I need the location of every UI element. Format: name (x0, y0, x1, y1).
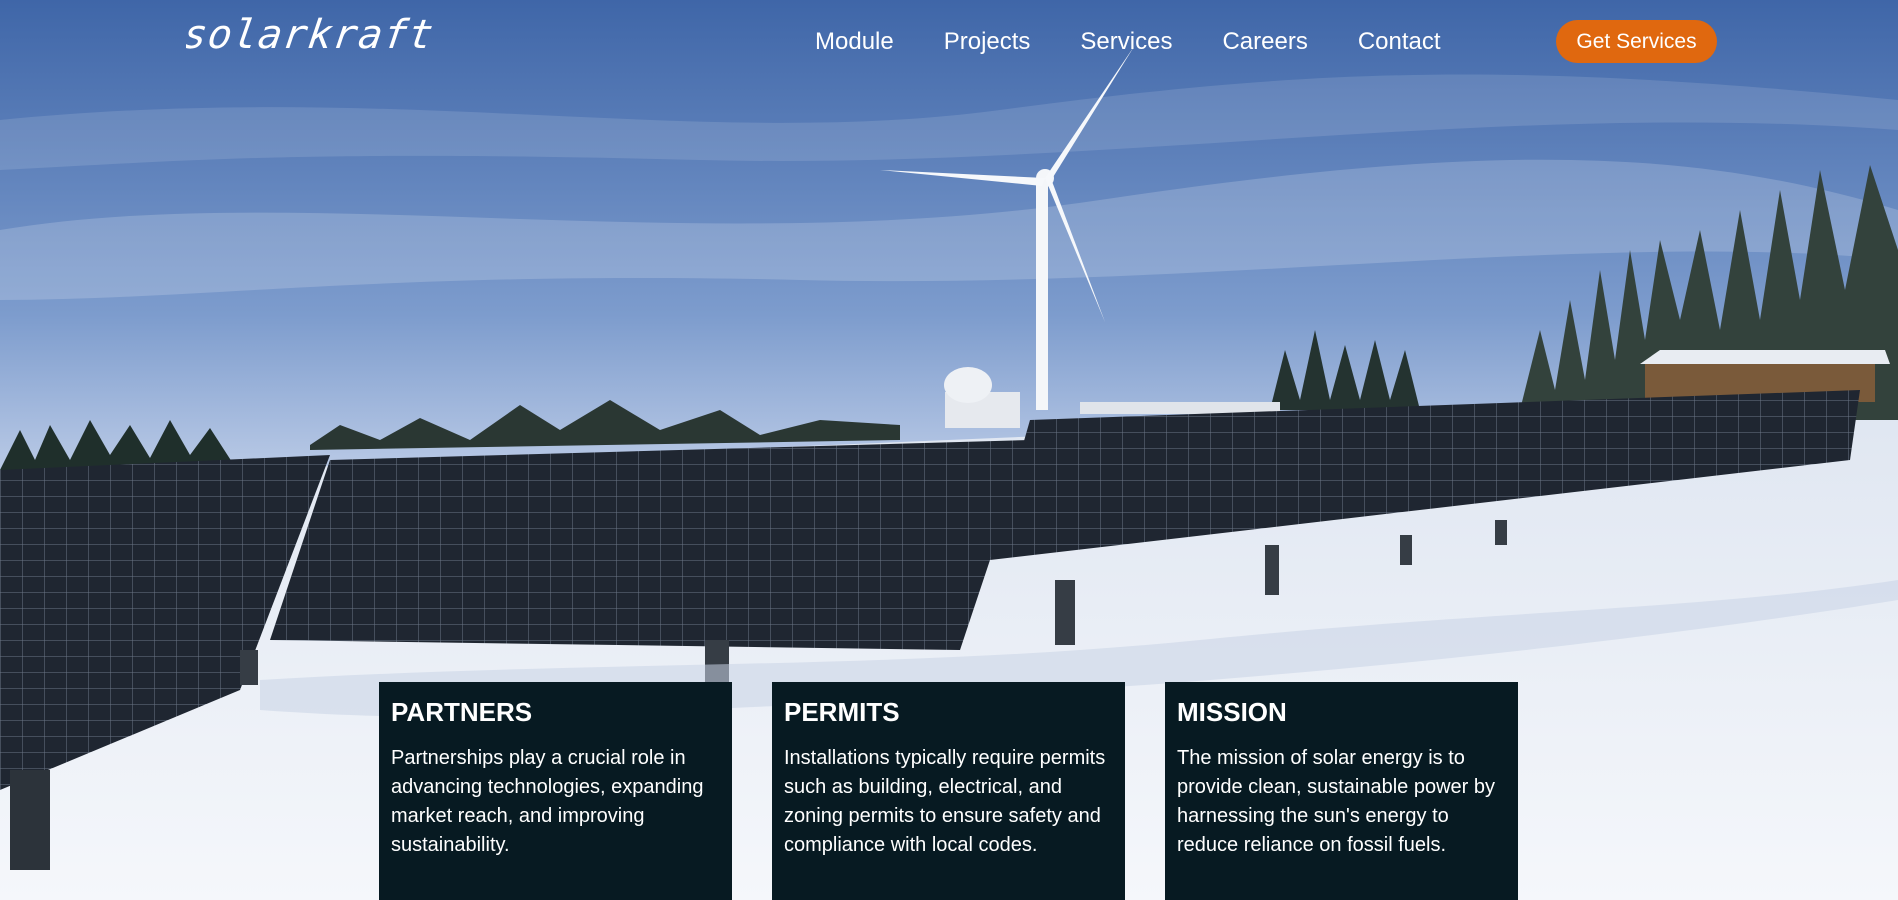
card-text: Installations typically require permits … (784, 747, 1106, 856)
card-title: PERMITS (784, 697, 900, 727)
card-title: PARTNERS (391, 697, 533, 727)
card-title: MISSION (1177, 697, 1287, 727)
solarkraft-logo[interactable]: solarkraft (186, 14, 448, 60)
nav-item-services[interactable]: Services (1080, 26, 1172, 58)
svg-text:solarkraft: solarkraft (186, 14, 437, 58)
hero-section: solarkraft Module Projects Services Care… (0, 0, 1898, 900)
card-text: The mission of solar energy is to provid… (1177, 747, 1495, 856)
partners-card: PARTNERS Partnerships play a crucial rol… (379, 682, 732, 900)
nav-item-module[interactable]: Module (815, 26, 894, 58)
mission-card: MISSION The mission of solar energy is t… (1165, 682, 1518, 900)
nav-item-careers[interactable]: Careers (1222, 26, 1307, 58)
nav-item-contact[interactable]: Contact (1358, 26, 1441, 58)
nav-item-projects[interactable]: Projects (944, 26, 1031, 58)
card-text: Partnerships play a crucial role in adva… (391, 747, 704, 856)
get-services-button[interactable]: Get Services (1556, 20, 1717, 63)
permits-card: PERMITS Installations typically require … (772, 682, 1125, 900)
main-nav: Module Projects Services Careers Contact (815, 26, 1491, 58)
